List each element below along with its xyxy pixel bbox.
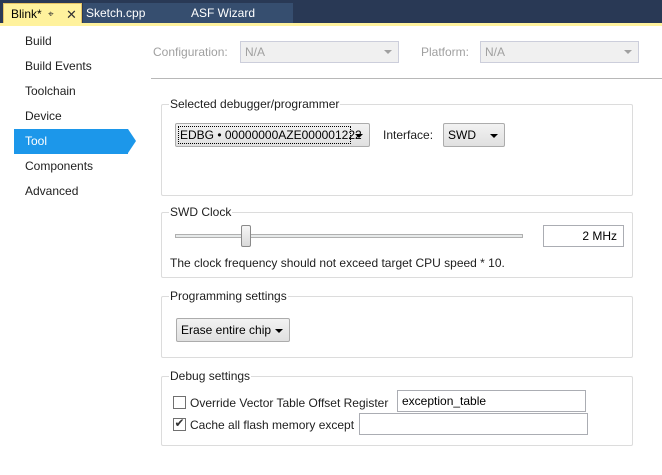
interface-dropdown[interactable]: SWD [443,123,505,147]
debugger-group-title: Selected debugger/programmer [169,97,341,111]
sidebar-item-components[interactable]: Components [14,154,150,179]
chevron-down-icon [490,134,498,138]
focus-rectangle [178,126,351,144]
chevron-down-icon [624,50,632,54]
cache-flash-label: Cache all flash memory except [190,418,355,432]
swd-clock-value-field[interactable]: 2 MHz [543,225,624,247]
tab-sketch-cpp[interactable]: Sketch.cpp [83,3,183,24]
document-tab-strip: Blink* ⌖ ✕ Sketch.cpp ASF Wizard [0,0,662,26]
tab-blink[interactable]: Blink* ⌖ ✕ [3,3,82,24]
pin-icon[interactable]: ⌖ [48,4,54,25]
swd-clock-group: SWD Clock 2 MHz The clock frequency shou… [161,205,633,278]
sidebar-item-advanced[interactable]: Advanced [14,179,150,204]
swd-clock-note: The clock frequency should not exceed ta… [170,256,505,270]
sidebar-item-label: Tool [25,134,48,148]
project-properties-page: Build Build Events Toolchain Device Tool… [0,26,662,475]
sidebar-item-device[interactable]: Device [14,104,150,129]
swd-clock-slider-track[interactable] [175,234,523,238]
tool-settings-panel: Configuration: N/A Platform: N/A Selecte… [151,26,662,475]
sidebar-item-build-events[interactable]: Build Events [14,54,150,79]
tab-sketch-label: Sketch.cpp [86,6,146,20]
programming-settings-title: Programming settings [169,289,288,303]
sidebar-item-label: Device [25,109,62,123]
platform-value: N/A [485,45,506,59]
cache-flash-checkbox[interactable]: ✔ [173,416,186,431]
chevron-down-icon [355,134,363,138]
configuration-row: Configuration: N/A Platform: N/A [151,40,662,64]
override-vector-table-label: Override Vector Table Offset Register [190,396,389,410]
header-separator [151,78,662,79]
configuration-value: N/A [245,45,266,59]
override-vector-table-checkbox[interactable] [173,396,186,409]
platform-dropdown[interactable]: N/A [480,41,639,63]
debug-settings-group: Debug settings Override Vector Table Off… [161,369,633,446]
override-vector-table-value: exception_table [402,394,487,408]
swd-clock-title: SWD Clock [169,205,233,219]
sidebar-item-label: Build [25,34,52,48]
sidebar-item-label: Build Events [25,59,92,73]
cache-flash-field[interactable] [359,413,588,435]
configuration-dropdown[interactable]: N/A [240,41,399,63]
check-icon: ✔ [174,416,185,430]
sidebar-item-label: Toolchain [25,84,76,98]
configuration-label: Configuration: [153,45,228,59]
chevron-down-icon [384,50,392,54]
sidebar-item-label: Advanced [25,184,79,198]
debugger-group: Selected debugger/programmer EDBG • 0000… [161,97,633,196]
debugger-dropdown[interactable]: EDBG • 00000000AZE000001222 [175,123,370,147]
programming-settings-group: Programming settings Erase entire chip [161,289,633,358]
tab-blink-label: Blink* [11,7,42,21]
tab-asf-wizard[interactable]: ASF Wizard [183,3,293,24]
sidebar-item-build[interactable]: Build [14,29,150,54]
tab-asf-label: ASF Wizard [191,6,256,20]
swd-clock-slider-thumb[interactable] [241,225,251,247]
close-icon[interactable]: ✕ [66,4,77,25]
properties-sidebar: Build Build Events Toolchain Device Tool… [0,26,150,475]
programming-dropdown[interactable]: Erase entire chip [176,318,290,342]
selected-item-arrow [128,129,136,153]
programming-value: Erase entire chip [181,323,272,337]
interface-label: Interface: [383,128,434,142]
sidebar-item-toolchain[interactable]: Toolchain [14,79,150,104]
sidebar-item-tool[interactable]: Tool [14,129,128,154]
sidebar-item-label: Components [25,159,94,173]
platform-label: Platform: [421,45,470,59]
override-vector-table-field[interactable]: exception_table [397,390,586,412]
debug-settings-title: Debug settings [169,369,252,383]
swd-clock-value: 2 MHz [582,229,617,243]
interface-value: SWD [448,128,476,142]
chevron-down-icon [275,329,283,333]
